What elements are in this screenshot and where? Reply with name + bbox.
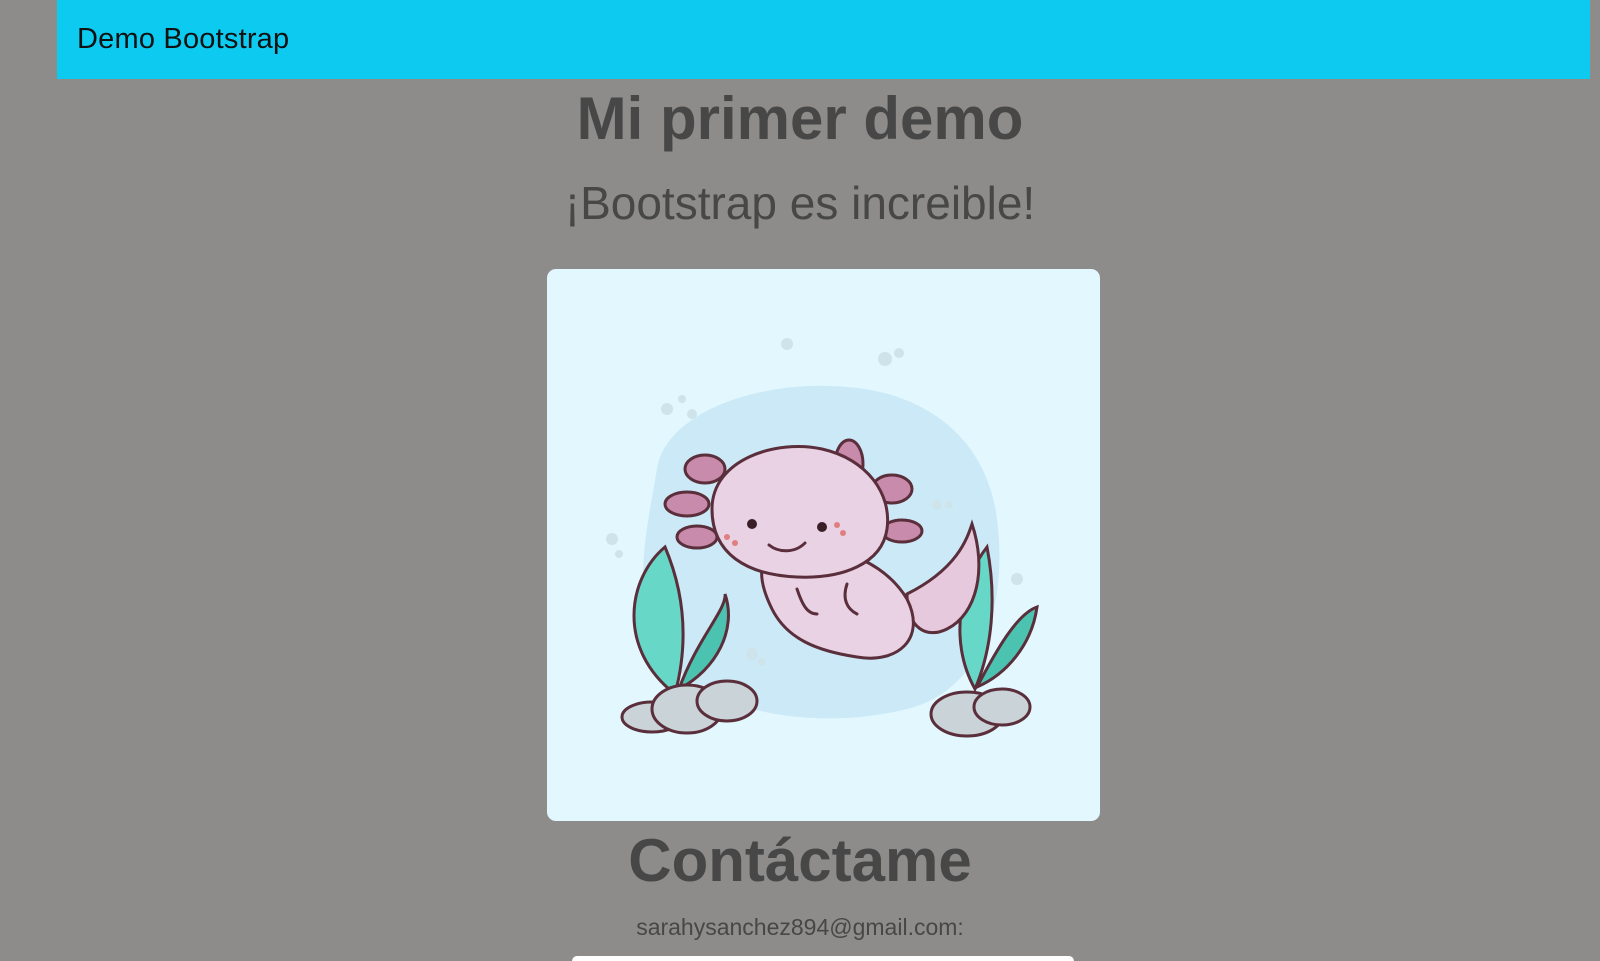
axolotl-image	[547, 269, 1100, 821]
contact-email-label: sarahysanchez894@gmail.com:	[636, 914, 964, 940]
contact-title: Contáctame	[628, 827, 972, 894]
navbar-brand[interactable]: Demo Bootstrap	[77, 23, 289, 56]
page-title: Mi primer demo	[576, 85, 1024, 152]
page: Demo Bootstrap Mi primer demo ¡Bootstrap…	[0, 0, 1600, 961]
page-subtitle: ¡Bootstrap es increible!	[564, 177, 1036, 229]
navbar: Demo Bootstrap	[57, 0, 1590, 79]
contact-input[interactable]	[572, 956, 1074, 961]
